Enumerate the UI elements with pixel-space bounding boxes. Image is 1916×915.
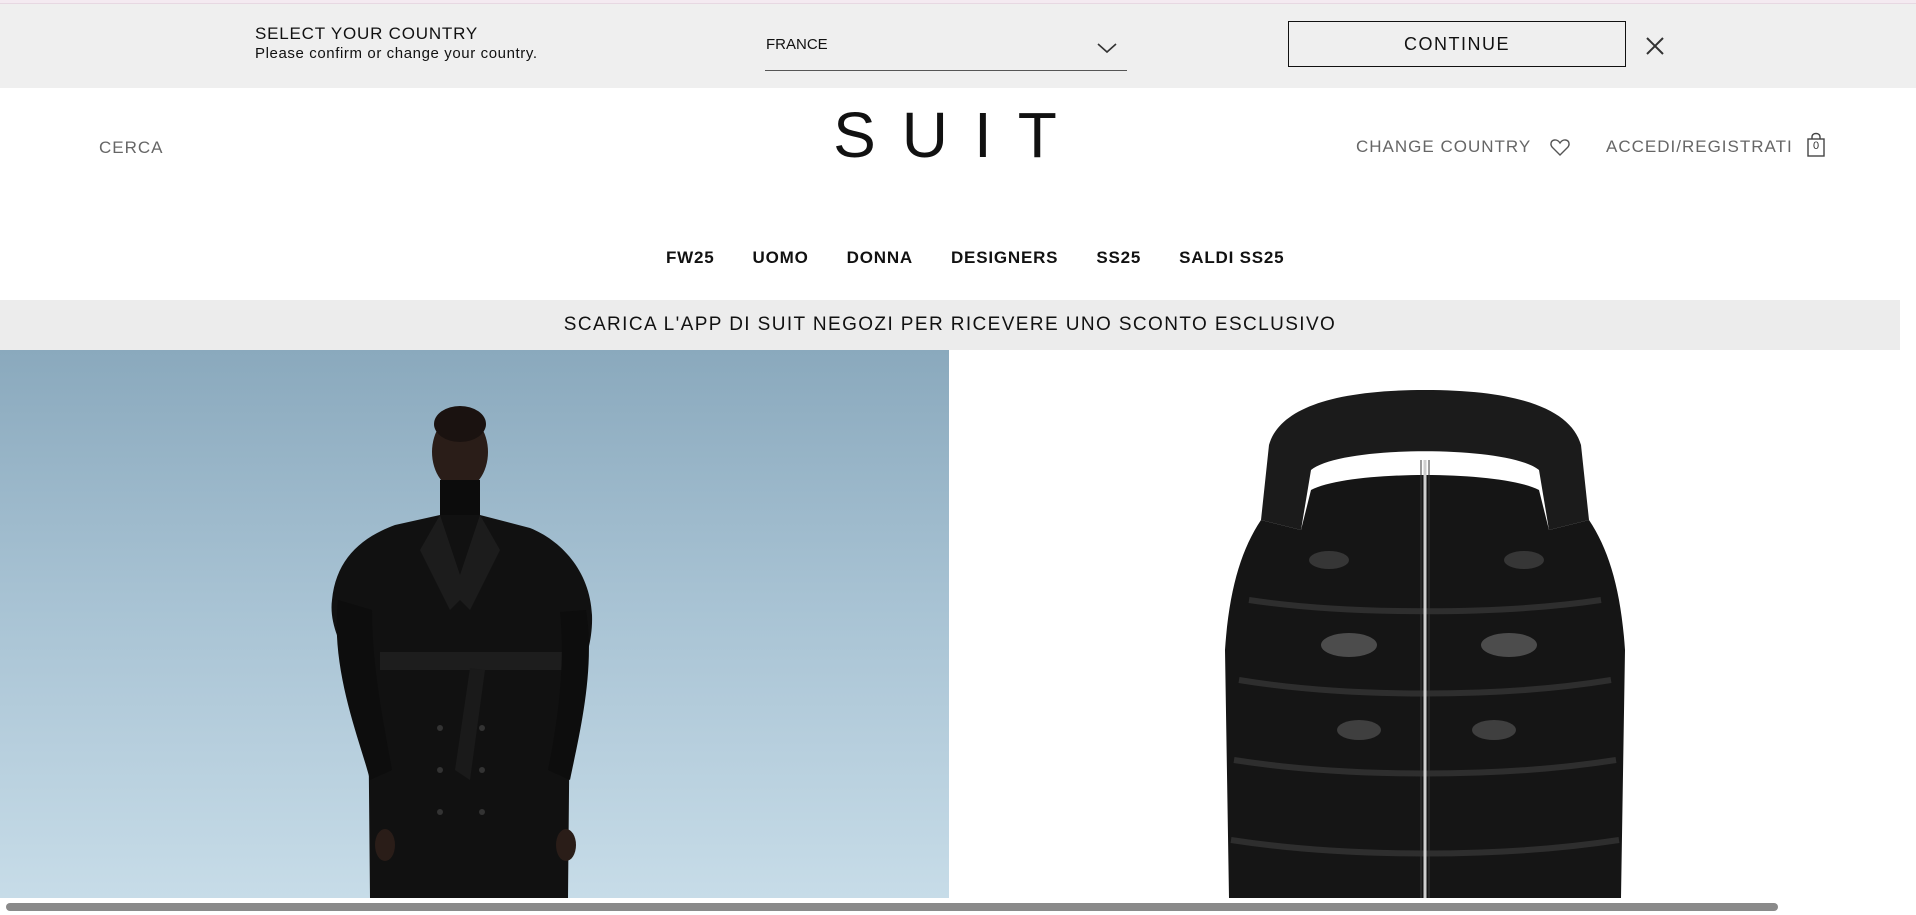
change-country-link[interactable]: CHANGE COUNTRY (1356, 137, 1531, 157)
site-header: CERCA SUIT CHANGE COUNTRY ACCEDI/REGISTR… (0, 88, 1916, 208)
promo-text: SCARICA L'APP DI SUIT NEGOZI PER RICEVER… (563, 314, 1337, 335)
model-illustration (331, 406, 593, 898)
country-selector-title: SELECT YOUR COUNTRY (255, 24, 479, 43)
nav-item-ss25[interactable]: SS25 (1096, 240, 1141, 276)
continue-button[interactable]: CONTINUE (1288, 21, 1626, 67)
puffer-jacket-illustration (1225, 390, 1625, 898)
country-select-value: FRANCE (766, 36, 828, 53)
hero-image-puffer-jacket[interactable] (949, 350, 1900, 898)
nav-item-uomo[interactable]: UOMO (753, 240, 809, 276)
nav-item-donna[interactable]: DONNA (847, 240, 913, 276)
close-icon[interactable] (1641, 32, 1669, 60)
nav-item-fw25[interactable]: FW25 (666, 240, 715, 276)
nav-item-saldi-ss25[interactable]: SALDI SS25 (1179, 240, 1284, 276)
country-selector-bar: SELECT YOUR COUNTRY Please confirm or ch… (0, 4, 1916, 88)
hero-image-woman-coat[interactable] (0, 350, 949, 898)
nav-item-designers[interactable]: DESIGNERS (951, 240, 1058, 276)
heart-icon[interactable] (1549, 136, 1571, 158)
logo-text: SUIT (834, 106, 1082, 162)
search-link[interactable]: CERCA (99, 138, 164, 158)
account-link[interactable]: ACCEDI/REGISTRATI (1606, 137, 1793, 157)
country-selector-subtitle: Please confirm or change your country. (255, 45, 538, 62)
scrollbar-thumb[interactable] (6, 903, 1778, 911)
main-nav: FW25 UOMO DONNA DESIGNERS SS25 SALDI SS2… (0, 240, 1916, 276)
horizontal-scrollbar[interactable] (0, 898, 1916, 915)
chevron-down-icon (1097, 43, 1117, 54)
cart-button[interactable]: 0 (1805, 132, 1827, 158)
cart-count: 0 (1812, 140, 1820, 152)
country-selector-text: SELECT YOUR COUNTRY Please confirm or ch… (255, 24, 538, 64)
suit-logo[interactable]: SUIT (834, 106, 1082, 162)
country-select[interactable]: FRANCE (765, 26, 1127, 71)
promo-banner[interactable]: SCARICA L'APP DI SUIT NEGOZI PER RICEVER… (0, 300, 1900, 350)
